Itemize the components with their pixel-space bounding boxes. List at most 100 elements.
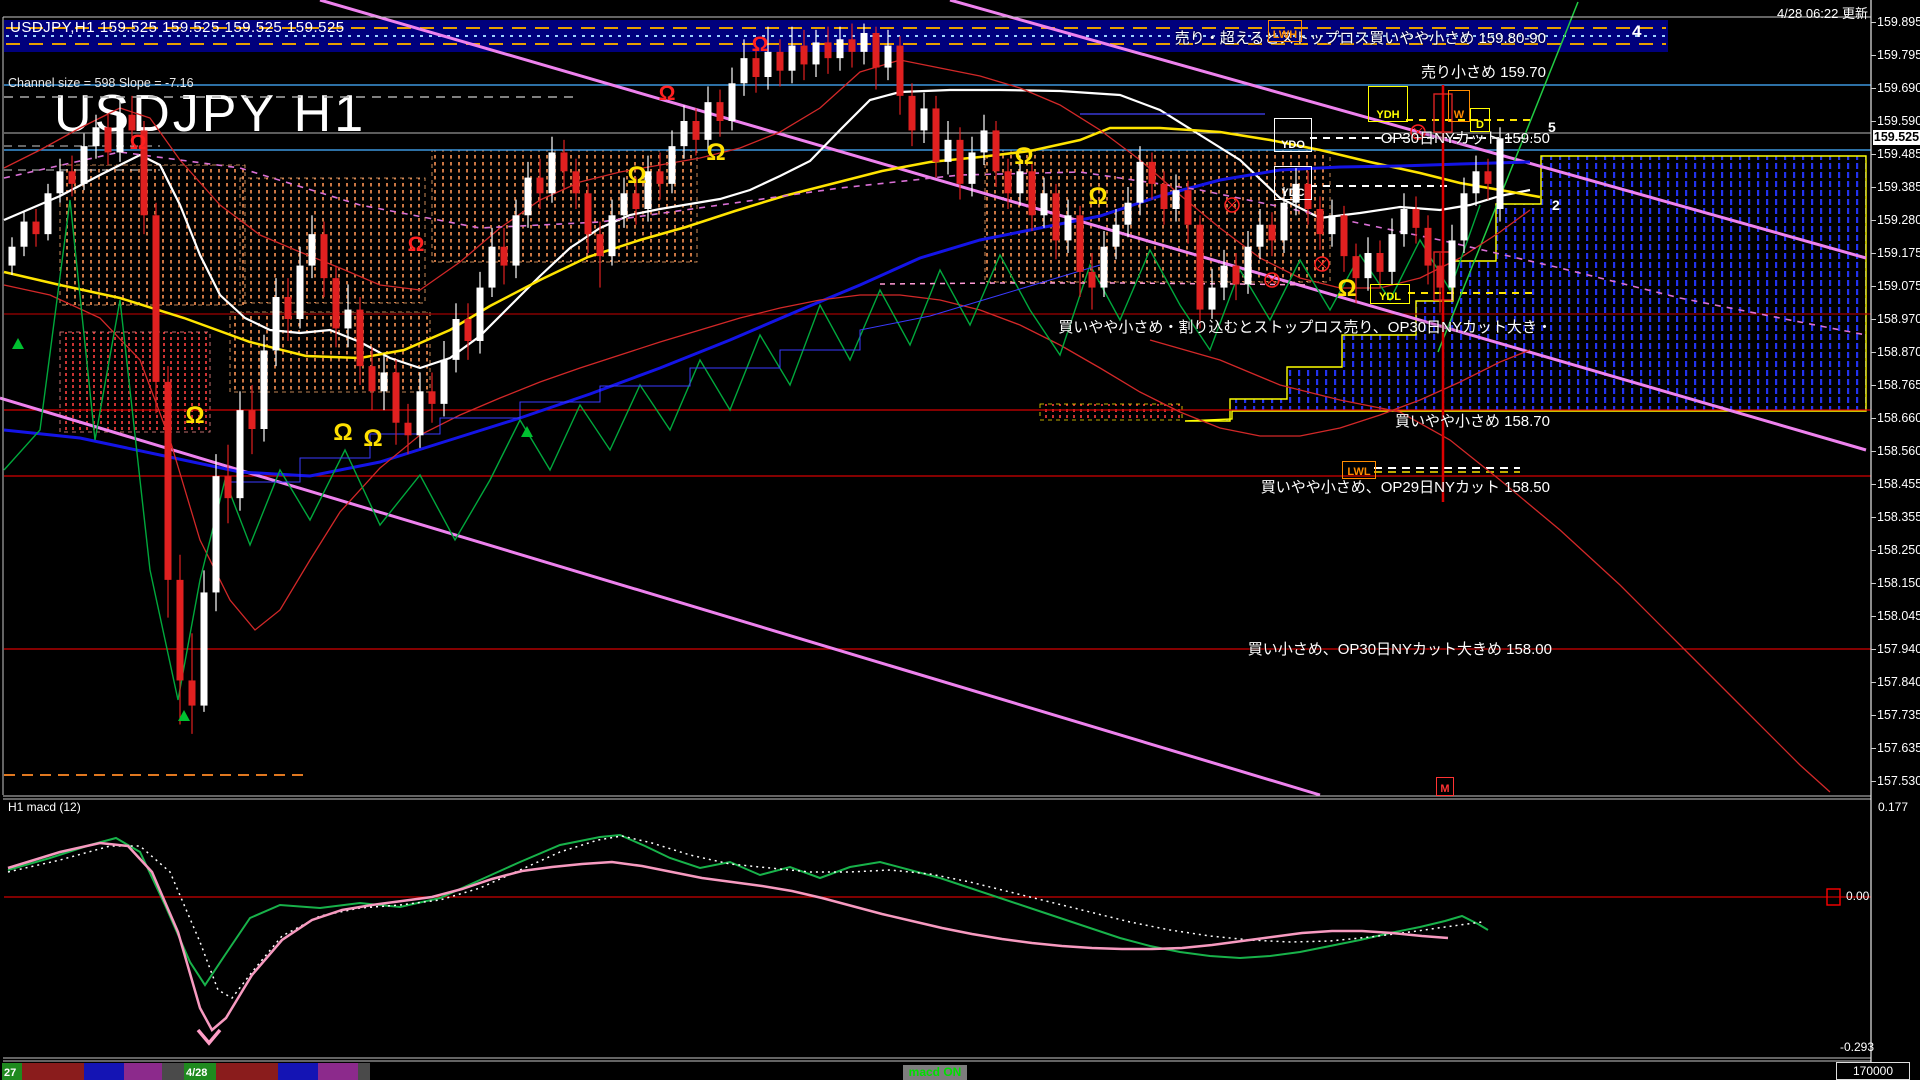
candle-body — [824, 42, 832, 59]
order-annotation[interactable]: 買い小さめ、OP30日NYカット大きめ 158.00 — [1248, 638, 1552, 659]
candle-body — [1100, 246, 1108, 288]
candle-body — [1376, 253, 1384, 272]
candle-body — [1412, 209, 1420, 228]
order-annotation[interactable]: 買いやや小さめ、OP29日NYカット 158.50 — [1261, 476, 1550, 497]
omega-marker-red: Ω — [752, 33, 769, 56]
axis-price-label[interactable]: 158.045 — [1877, 609, 1920, 623]
candle-body — [236, 410, 244, 499]
candle-body — [548, 152, 556, 194]
axis-price-label[interactable]: 159.075 — [1877, 279, 1920, 293]
axis-tick — [1871, 121, 1876, 122]
price-chart-canvas[interactable]: ΩΩ ΩΩΩ ΩΩΩΩΩΩΩ — [0, 0, 1920, 1080]
candle-body — [1436, 265, 1444, 288]
axis-price-label[interactable]: 158.455 — [1877, 477, 1920, 491]
candle-body — [428, 391, 436, 404]
candle-body — [116, 114, 124, 153]
candle-body — [1112, 224, 1120, 247]
candle-body — [620, 193, 628, 216]
pivot-label-ydh[interactable]: YDH — [1368, 86, 1408, 122]
axis-price-label[interactable]: 158.250 — [1877, 543, 1920, 557]
axis-price-label[interactable]: 159.280 — [1877, 213, 1920, 227]
axis-price-label[interactable]: 159.690 — [1877, 81, 1920, 95]
candle-body — [836, 39, 844, 59]
order-annotation[interactable]: 売り小さめ 159.70 — [1421, 61, 1546, 82]
candle-body — [488, 246, 496, 288]
axis-tick — [1871, 451, 1876, 452]
pivot-label-lwl[interactable]: LWL — [1342, 461, 1376, 479]
pivot-label-lwh[interactable]: LWH — [1268, 20, 1302, 42]
order-annotation[interactable]: 売り・超えるとストップロス買いやや小さめ 159.80-90 — [1175, 27, 1546, 48]
pivot-label-m[interactable]: M — [1436, 777, 1454, 796]
candle-body — [1160, 183, 1168, 210]
axis-price-label[interactable]: 159.175 — [1877, 246, 1920, 260]
axis-price-label[interactable]: 157.635 — [1877, 741, 1920, 755]
macd-scale-top: 0.177 — [1878, 800, 1909, 814]
axis-price-label[interactable]: 159.385 — [1877, 180, 1920, 194]
omega-marker-red: Ω — [659, 82, 676, 105]
axis-price-label[interactable]: 158.870 — [1877, 345, 1920, 359]
order-annotation[interactable]: 買いやや小さめ・割り込むとストップロス売り、OP30日NYカット大き・ — [1058, 316, 1552, 337]
axis-tick — [1871, 715, 1876, 716]
macd-toggle-button[interactable]: macd ON — [903, 1065, 967, 1080]
axis-tick — [1871, 418, 1876, 419]
candle-body — [1148, 161, 1156, 184]
order-annotation[interactable]: OP30日NYカット 159.50 — [1381, 127, 1550, 148]
candle-body — [944, 139, 952, 162]
candle-body — [1280, 202, 1288, 241]
candle-body — [260, 350, 268, 430]
axis-tick — [1871, 352, 1876, 353]
macd-green — [7, 833, 1489, 987]
axis-price-label[interactable]: 157.840 — [1877, 675, 1920, 689]
axis-price-label[interactable]: 158.765 — [1877, 378, 1920, 392]
pivot-label-ydc[interactable]: YDC — [1274, 166, 1312, 200]
candle-body — [608, 215, 616, 257]
candle-body — [1124, 202, 1132, 225]
pivot-label-ydl[interactable]: YDL — [1370, 284, 1410, 304]
axis-price-label[interactable]: 159.895 — [1877, 15, 1920, 29]
candle-body — [1136, 161, 1144, 203]
candle-body — [1232, 265, 1240, 285]
candle-body — [368, 366, 376, 392]
candle-body — [572, 171, 580, 194]
trend-line[interactable] — [0, 396, 1321, 797]
candle-body — [680, 121, 688, 147]
axis-price-label[interactable]: 158.355 — [1877, 510, 1920, 524]
candle-body — [452, 319, 460, 360]
candle-body — [404, 422, 412, 436]
axis-tick — [1871, 55, 1876, 56]
axis-tick — [1871, 748, 1876, 749]
candle-body — [128, 114, 136, 131]
axis-tick — [1871, 286, 1876, 287]
axis-tick — [1871, 550, 1876, 551]
axis-price-label[interactable]: 158.970 — [1877, 312, 1920, 326]
axis-price-label[interactable]: 157.735 — [1877, 708, 1920, 722]
pivot-label-d[interactable]: D — [1470, 108, 1490, 132]
candle-body — [80, 146, 88, 184]
session-segment — [278, 1063, 318, 1080]
candle-body — [1316, 209, 1324, 235]
candle-body — [212, 476, 220, 593]
candle-body — [1064, 215, 1072, 241]
axis-price-label[interactable]: 158.560 — [1877, 444, 1920, 458]
order-annotation[interactable]: 買いやや小さめ 158.70 — [1395, 410, 1550, 431]
axis-price-label[interactable]: 159.485 — [1877, 147, 1920, 161]
axis-price-label[interactable]: 157.530 — [1877, 774, 1920, 788]
candle-body — [884, 45, 892, 68]
axis-price-label[interactable]: 159.795 — [1877, 48, 1920, 62]
pivot-label-w[interactable]: W — [1448, 90, 1470, 122]
macd-scale-zero: 0.00 — [1846, 889, 1870, 903]
candle-body — [872, 33, 880, 68]
axis-price-label[interactable]: 159.590 — [1877, 114, 1920, 128]
candle-body — [500, 246, 508, 266]
pivot-label-ydo[interactable]: YDO — [1274, 118, 1312, 152]
axis-price-label[interactable]: 158.660 — [1877, 411, 1920, 425]
axis-tick — [1871, 253, 1876, 254]
axis-price-label[interactable]: 157.940 — [1877, 642, 1920, 656]
session-segment — [22, 1063, 84, 1080]
candle-body — [812, 42, 820, 65]
channel-info-label[interactable]: Channel size = 598 Slope = -7.16 — [8, 76, 194, 90]
candle-body — [44, 193, 52, 235]
candle-body — [1196, 224, 1204, 310]
axis-price-label[interactable]: 158.150 — [1877, 576, 1920, 590]
candle-body — [176, 579, 184, 681]
